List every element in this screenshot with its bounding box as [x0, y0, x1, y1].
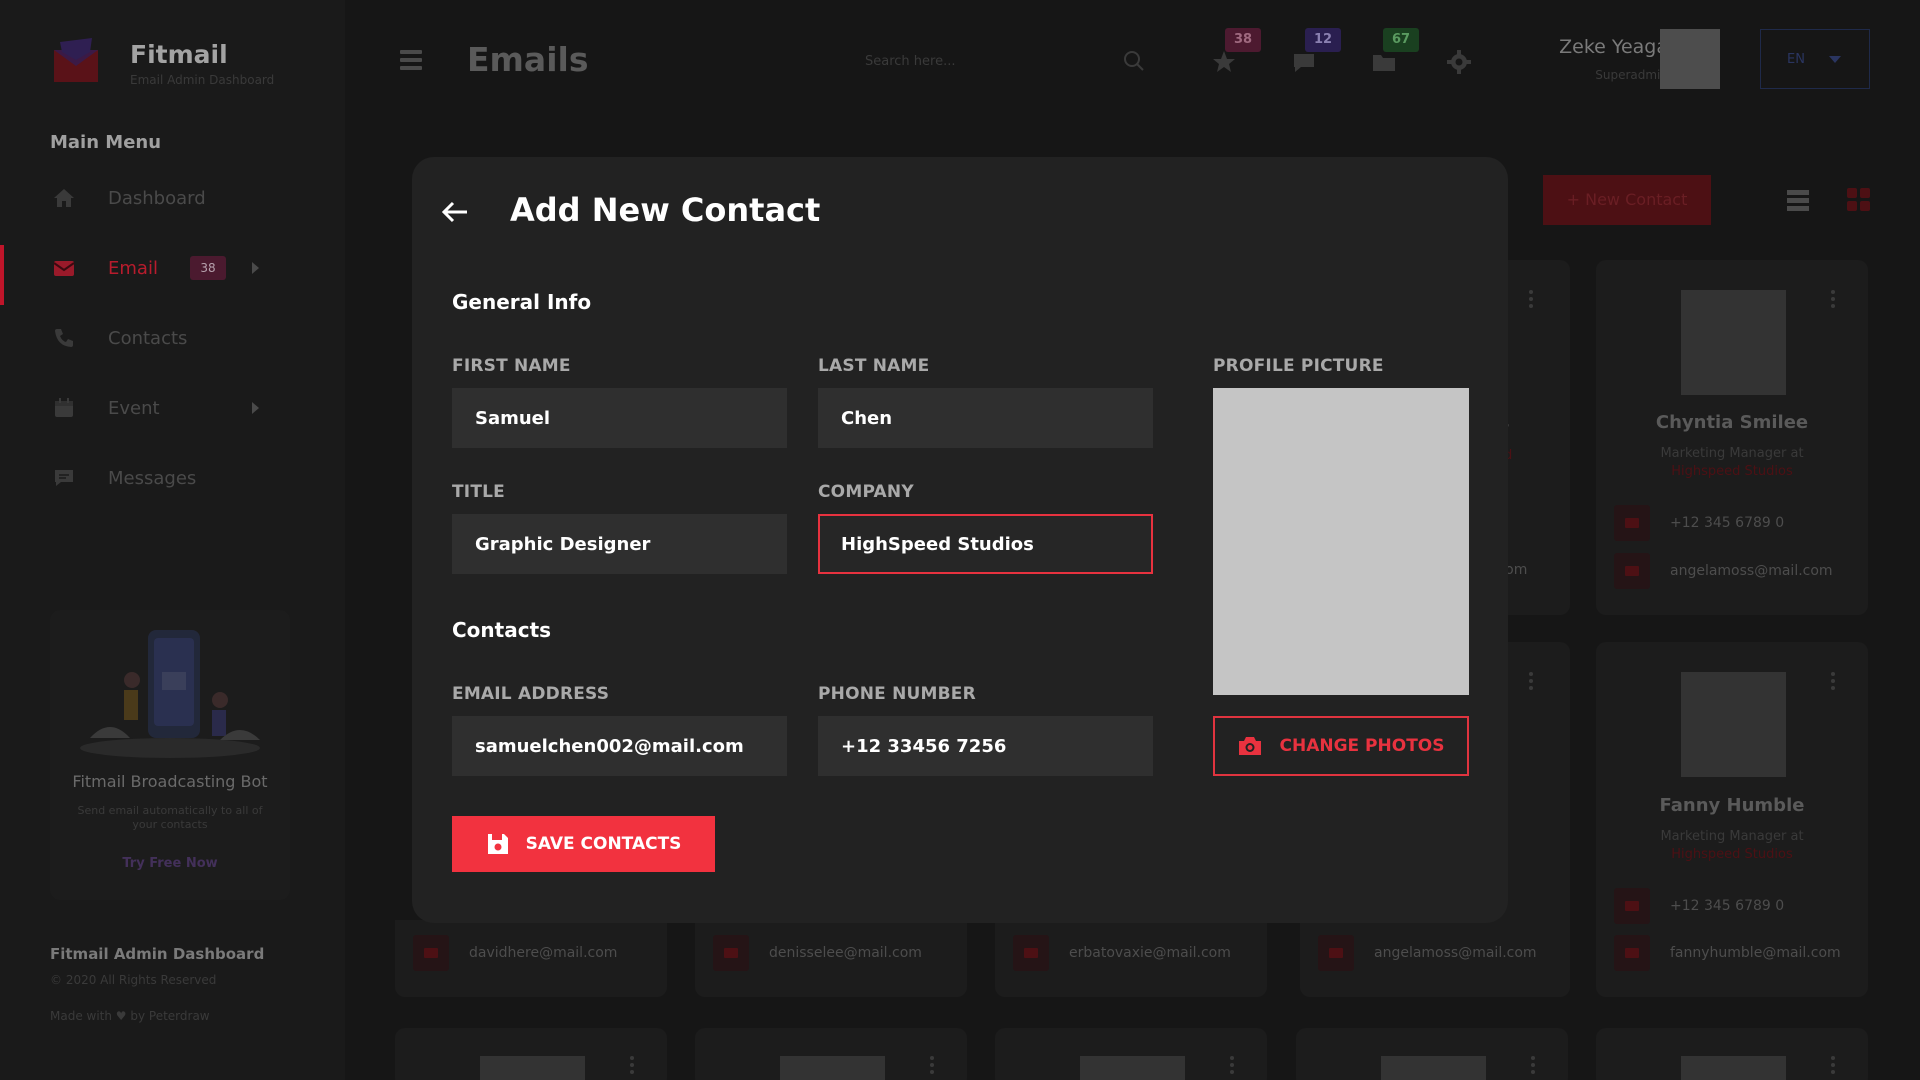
save-contacts-button[interactable]: SAVE CONTACTS [452, 816, 715, 872]
save-icon [487, 834, 508, 854]
modal-title: Add New Contact [510, 191, 821, 229]
company-field[interactable] [818, 514, 1153, 574]
title-label: TITLE [452, 482, 505, 502]
add-contact-modal: Add New Contact General Info FIRST NAME … [412, 157, 1508, 923]
last-name-label: LAST NAME [818, 356, 930, 376]
general-info-heading: General Info [452, 290, 592, 314]
first-name-label: FIRST NAME [452, 356, 571, 376]
change-photos-button[interactable]: CHANGE PHOTOS [1213, 716, 1469, 776]
back-arrow-icon[interactable] [440, 197, 470, 227]
change-photos-label: CHANGE PHOTOS [1279, 736, 1445, 756]
profile-picture-label: PROFILE PICTURE [1213, 356, 1384, 376]
camera-icon [1239, 737, 1262, 755]
phone-field[interactable] [818, 716, 1153, 776]
profile-picture-preview[interactable] [1213, 388, 1469, 695]
last-name-field[interactable] [818, 388, 1153, 448]
phone-label: PHONE NUMBER [818, 684, 976, 704]
save-contacts-label: SAVE CONTACTS [525, 834, 682, 854]
first-name-field[interactable] [452, 388, 787, 448]
email-label: EMAIL ADDRESS [452, 684, 610, 704]
email-field[interactable] [452, 716, 787, 776]
company-label: COMPANY [818, 482, 914, 502]
contacts-heading: Contacts [452, 618, 552, 642]
title-field[interactable] [452, 514, 787, 574]
